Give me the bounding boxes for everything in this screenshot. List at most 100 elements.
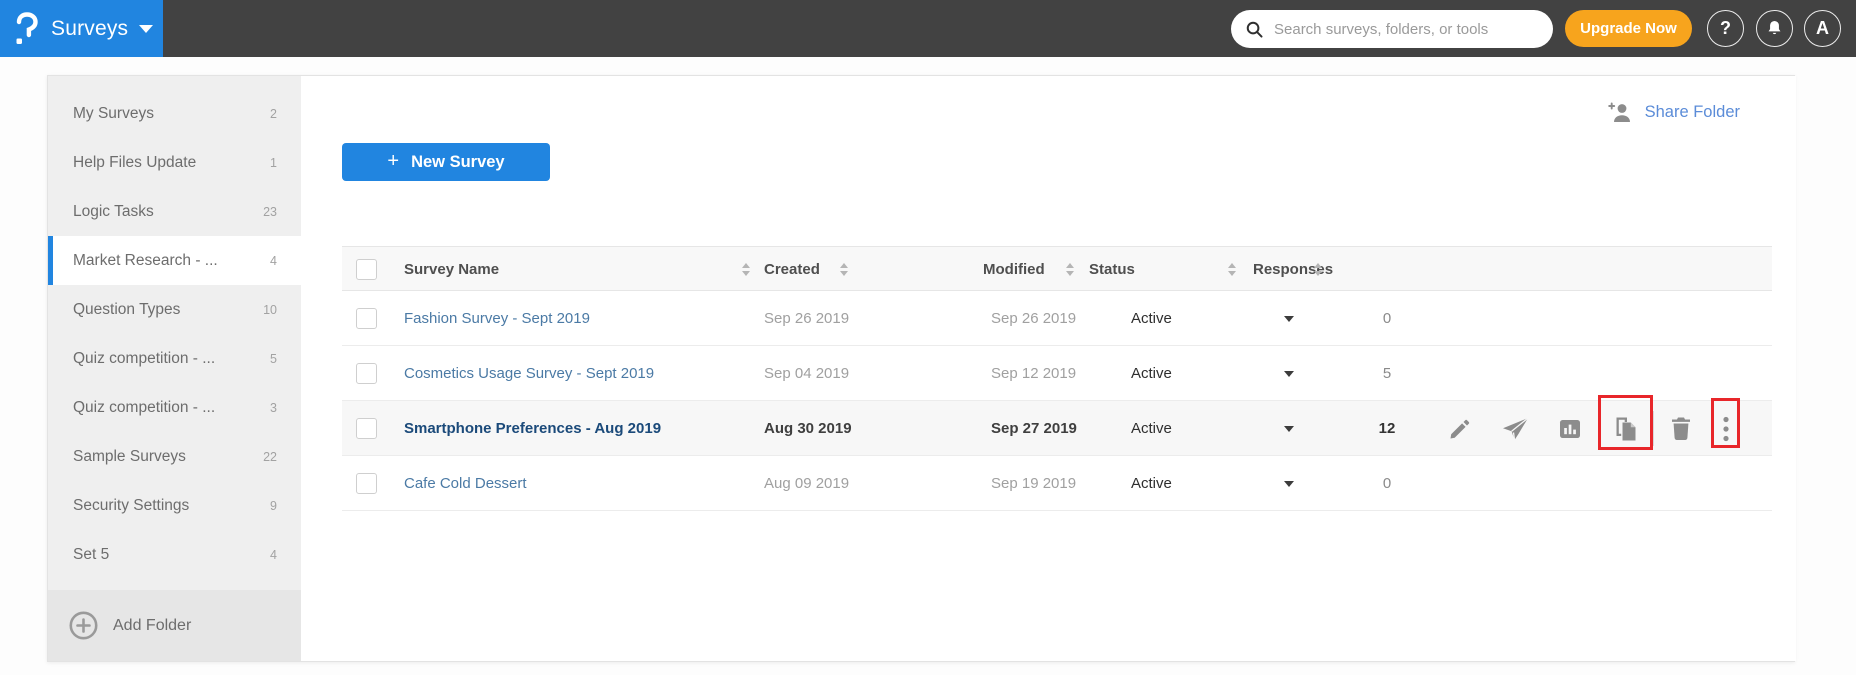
- created-date: Sep 26 2019: [764, 310, 850, 327]
- modified-date: Sep 19 2019: [991, 475, 1077, 492]
- folder-count: 9: [270, 498, 277, 513]
- surveys-table: Survey Name Created Modified Status Resp…: [342, 246, 1772, 511]
- folder-count: 10: [263, 302, 277, 317]
- sidebar-folder-item[interactable]: Security Settings 9: [48, 481, 301, 530]
- caret-down-icon: [1284, 370, 1294, 377]
- folder-count: 3: [270, 400, 277, 415]
- table-row: Cosmetics Usage Survey - Sept 2019 Sep 0…: [342, 346, 1772, 401]
- folder-label: Set 5: [73, 545, 110, 563]
- table-body: Fashion Survey - Sept 2019 Sep 26 2019 S…: [342, 291, 1772, 511]
- status-value: Active: [1131, 365, 1172, 382]
- status-dropdown[interactable]: [1284, 456, 1294, 511]
- sort-icon[interactable]: [1228, 247, 1236, 292]
- sidebar-folder-item[interactable]: Market Research - ... 4: [48, 236, 301, 285]
- column-header-created[interactable]: Created: [764, 247, 820, 292]
- product-switcher[interactable]: Surveys: [0, 0, 163, 57]
- caret-down-icon: [1284, 315, 1294, 322]
- folder-label: Quiz competition - ...: [73, 398, 216, 416]
- survey-name-link[interactable]: Fashion Survey - Sept 2019: [404, 291, 590, 346]
- global-search: [1231, 10, 1553, 48]
- main-panel: Share Folder + New Survey Survey Name Cr…: [301, 76, 1796, 661]
- add-folder-button[interactable]: Add Folder: [48, 590, 301, 661]
- table-header-row: Survey Name Created Modified Status Resp…: [342, 246, 1772, 291]
- top-bar: Surveys Upgrade Now ? A: [0, 0, 1856, 57]
- sidebar-folder-item[interactable]: Sample Surveys 22: [48, 432, 301, 481]
- responses-count: 0: [1382, 475, 1392, 492]
- add-folder-label: Add Folder: [113, 616, 192, 634]
- actions-divider: [1653, 411, 1654, 446]
- status-value: Active: [1131, 310, 1172, 327]
- folder-count: 4: [270, 547, 277, 562]
- product-name: Surveys: [51, 16, 129, 40]
- sidebar-folder-item[interactable]: Help Files Update 1: [48, 138, 301, 187]
- row-checkbox[interactable]: [356, 308, 377, 329]
- avatar-letter: A: [1816, 18, 1829, 38]
- folder-count: 22: [263, 449, 277, 464]
- modified-date: Sep 26 2019: [991, 310, 1077, 327]
- created-date: Sep 04 2019: [764, 365, 850, 382]
- folder-count: 5: [270, 351, 277, 366]
- folder-label: Sample Surveys: [73, 447, 186, 465]
- folder-label: Security Settings: [73, 496, 190, 514]
- column-header-survey-name[interactable]: Survey Name: [404, 247, 499, 292]
- table-row: Cafe Cold Dessert Aug 09 2019 Sep 19 201…: [342, 456, 1772, 511]
- sidebar-folder-item[interactable]: Quiz competition - ... 3: [48, 383, 301, 432]
- account-avatar[interactable]: A: [1804, 10, 1841, 47]
- column-header-modified[interactable]: Modified: [983, 247, 1045, 292]
- folder-label: Logic Tasks: [73, 202, 154, 220]
- sort-icon[interactable]: [742, 247, 750, 292]
- edit-icon[interactable]: [1446, 415, 1473, 442]
- search-icon: [1245, 20, 1264, 39]
- folder-label: My Surveys: [73, 104, 154, 122]
- annotation-box-more: [1711, 398, 1740, 448]
- annotation-box-copy: [1598, 395, 1653, 450]
- bell-icon: [1765, 19, 1784, 38]
- survey-name-link[interactable]: Cosmetics Usage Survey - Sept 2019: [404, 346, 654, 401]
- share-folder-link[interactable]: Share Folder: [1606, 101, 1740, 124]
- help-button[interactable]: ?: [1707, 10, 1744, 47]
- table-row: Smartphone Preferences - Aug 2019 Aug 30…: [342, 395, 1772, 456]
- sort-icon[interactable]: [1066, 247, 1074, 292]
- content-card: My Surveys 2 Help Files Update 1 Logic T…: [47, 75, 1796, 662]
- responses-count: 0: [1382, 310, 1392, 327]
- row-actions: [342, 395, 1772, 456]
- folder-count: 2: [270, 106, 277, 121]
- circle-plus-icon: [68, 610, 99, 641]
- folder-label: Quiz competition - ...: [73, 349, 216, 367]
- column-header-status[interactable]: Status: [1089, 247, 1135, 292]
- modified-date: Sep 12 2019: [991, 365, 1077, 382]
- table-row: Fashion Survey - Sept 2019 Sep 26 2019 S…: [342, 291, 1772, 346]
- sidebar-folder-item[interactable]: Logic Tasks 23: [48, 187, 301, 236]
- row-checkbox[interactable]: [356, 363, 377, 384]
- chevron-down-icon: [139, 24, 154, 33]
- folder-label: Help Files Update: [73, 153, 197, 171]
- search-input[interactable]: [1274, 20, 1539, 38]
- status-value: Active: [1131, 475, 1172, 492]
- notifications-button[interactable]: [1756, 10, 1793, 47]
- responses-count: 5: [1382, 365, 1392, 382]
- plus-icon: +: [387, 149, 400, 172]
- sort-icon[interactable]: [1314, 247, 1322, 292]
- send-icon[interactable]: [1502, 415, 1529, 442]
- sort-icon[interactable]: [840, 247, 848, 292]
- status-dropdown[interactable]: [1284, 291, 1294, 346]
- folder-count: 1: [270, 155, 277, 170]
- new-survey-button[interactable]: + New Survey: [342, 143, 550, 181]
- reports-icon[interactable]: [1556, 415, 1583, 442]
- row-checkbox[interactable]: [356, 473, 377, 494]
- delete-icon[interactable]: [1667, 415, 1694, 442]
- sidebar-folder-item[interactable]: Quiz competition - ... 5: [48, 334, 301, 383]
- sidebar-folder-list: My Surveys 2 Help Files Update 1 Logic T…: [48, 76, 301, 579]
- sidebar-folder-item[interactable]: Set 5 4: [48, 530, 301, 579]
- select-all-checkbox[interactable]: [356, 259, 377, 280]
- proprofs-logo-icon: [13, 11, 40, 47]
- caret-down-icon: [1284, 480, 1294, 487]
- status-dropdown[interactable]: [1284, 346, 1294, 401]
- question-mark-icon: ?: [1720, 18, 1731, 38]
- folders-sidebar: My Surveys 2 Help Files Update 1 Logic T…: [48, 76, 301, 661]
- sidebar-folder-item[interactable]: Question Types 10: [48, 285, 301, 334]
- folder-count: 23: [263, 204, 277, 219]
- sidebar-folder-item[interactable]: My Surveys 2: [48, 89, 301, 138]
- survey-name-link[interactable]: Cafe Cold Dessert: [404, 456, 527, 511]
- upgrade-now-button[interactable]: Upgrade Now: [1565, 10, 1692, 47]
